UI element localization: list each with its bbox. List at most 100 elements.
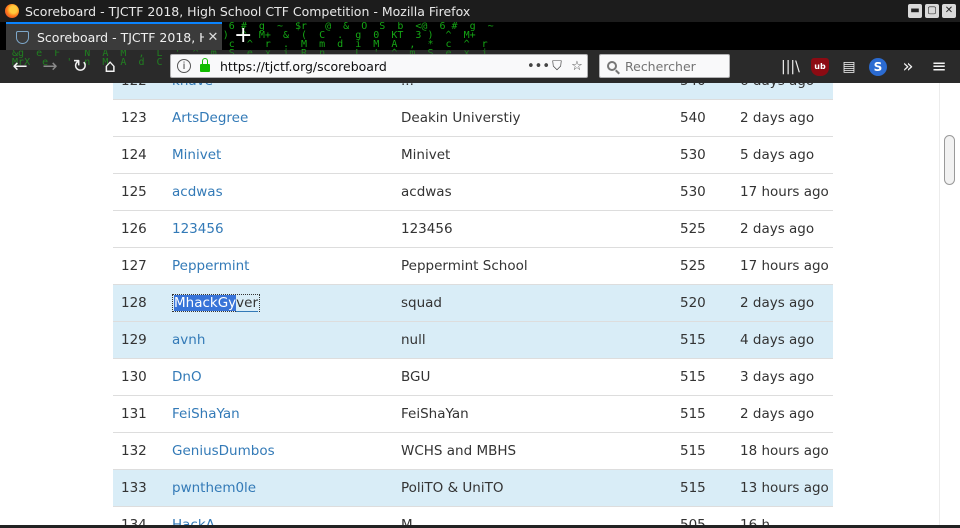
- back-button[interactable]: ←: [8, 55, 32, 79]
- team-link[interactable]: pwnthem0le: [172, 470, 256, 506]
- table-row: 123 ArtsDegree Deakin Universtiy 540 2 d…: [113, 100, 833, 137]
- extension-s-icon[interactable]: S: [869, 58, 887, 76]
- score-cell: 520: [680, 295, 706, 311]
- tab-title: Scoreboard - TJCTF 2018, High: [37, 29, 204, 45]
- time-cell: 2 days ago: [740, 110, 815, 126]
- rank-cell: 131: [121, 406, 147, 422]
- score-cell: 530: [680, 147, 706, 163]
- team-link[interactable]: DnO: [172, 359, 202, 395]
- team-link[interactable]: 123456: [172, 211, 224, 247]
- shield-icon: [16, 30, 29, 44]
- score-cell: 515: [680, 443, 706, 459]
- tab-scoreboard[interactable]: Scoreboard - TJCTF 2018, High ✕: [6, 22, 222, 50]
- team-link[interactable]: acdwas: [172, 174, 223, 210]
- window-title-bar: Scoreboard - TJCTF 2018, High School CTF…: [0, 0, 960, 22]
- rank-cell: 126: [121, 221, 147, 237]
- library-icon[interactable]: |||\: [781, 58, 800, 76]
- table-row: 129 avnh null 515 4 days ago: [113, 322, 833, 359]
- sidebar-icon[interactable]: ▤: [840, 58, 858, 76]
- close-window-button[interactable]: ✕: [942, 4, 956, 18]
- forward-button[interactable]: →: [38, 55, 62, 79]
- search-icon: [607, 61, 617, 71]
- score-cell: 540: [680, 83, 706, 99]
- rank-cell: 130: [121, 369, 147, 385]
- table-row: 122 knave ... 540 6 days ago: [113, 83, 833, 100]
- score-cell: 515: [680, 406, 706, 422]
- score-cell: 540: [680, 110, 706, 126]
- score-cell: 525: [680, 258, 706, 274]
- rank-cell: 132: [121, 443, 147, 459]
- page-actions-icon[interactable]: •••: [527, 59, 550, 74]
- rank-cell: 125: [121, 184, 147, 200]
- score-cell: 530: [680, 184, 706, 200]
- time-cell: 6 days ago: [740, 83, 814, 99]
- vertical-scrollbar[interactable]: [939, 83, 960, 528]
- home-button[interactable]: ⌂: [98, 55, 122, 79]
- team-link[interactable]: avnh: [172, 322, 205, 358]
- time-cell: 4 days ago: [740, 332, 815, 348]
- team-link[interactable]: FeiShaYan: [172, 396, 240, 432]
- search-bar[interactable]: Rechercher: [599, 54, 730, 78]
- lock-icon[interactable]: [200, 58, 210, 72]
- school-cell: Peppermint School: [401, 258, 528, 274]
- selection-focus-ring: MhackGyver: [172, 294, 261, 312]
- rank-cell: 133: [121, 480, 147, 496]
- info-icon[interactable]: i: [177, 59, 191, 73]
- score-cell: 515: [680, 332, 706, 348]
- navigation-toolbar: ~ $ @ 6 a e @ & O S b <@ 6 # g ~ $r @ & …: [0, 50, 960, 83]
- time-cell: 17 hours ago: [740, 258, 829, 274]
- table-row: 133 pwnthem0le PoliTO & UniTO 515 13 hou…: [113, 470, 833, 507]
- school-cell: BGU: [401, 369, 431, 385]
- table-row: 127 Peppermint Peppermint School 525 17 …: [113, 248, 833, 285]
- time-cell: 18 hours ago: [740, 443, 829, 459]
- table-row: 131 FeiShaYan FeiShaYan 515 2 days ago: [113, 396, 833, 433]
- minimize-button[interactable]: ▬: [908, 4, 922, 18]
- score-cell: 525: [680, 221, 706, 237]
- team-link[interactable]: Minivet: [172, 137, 221, 173]
- time-cell: 5 days ago: [740, 147, 815, 163]
- overflow-menu-icon[interactable]: »: [899, 58, 917, 76]
- time-cell: 13 hours ago: [740, 480, 829, 496]
- table-row: 124 Minivet Minivet 530 5 days ago: [113, 137, 833, 174]
- team-link[interactable]: GeniusDumbos: [172, 433, 275, 469]
- time-cell: 3 days ago: [740, 369, 815, 385]
- window-controls: ▬ ▢ ✕: [908, 4, 956, 18]
- search-placeholder[interactable]: Rechercher: [625, 59, 696, 74]
- time-cell: 2 days ago: [740, 406, 815, 422]
- school-cell: Deakin Universtiy: [401, 110, 521, 126]
- time-cell: 2 days ago: [740, 221, 815, 237]
- team-link[interactable]: knave: [172, 83, 213, 99]
- table-row: 128 MhackGyver squad 520 2 days ago: [113, 285, 833, 322]
- scrollbar-thumb[interactable]: [944, 135, 955, 185]
- rank-cell: 124: [121, 147, 147, 163]
- close-tab-icon[interactable]: ✕: [204, 30, 222, 45]
- table-row: 130 DnO BGU 515 3 days ago: [113, 359, 833, 396]
- bookmark-star-icon[interactable]: ☆: [567, 59, 587, 74]
- ublock-icon[interactable]: ub: [811, 58, 829, 76]
- team-link[interactable]: Peppermint: [172, 248, 249, 284]
- score-cell: 515: [680, 480, 706, 496]
- rank-cell: 122: [121, 83, 147, 99]
- new-tab-button[interactable]: +: [234, 23, 252, 49]
- time-cell: 17 hours ago: [740, 184, 829, 200]
- score-cell: 515: [680, 369, 706, 385]
- school-cell: Minivet: [401, 147, 451, 163]
- team-link[interactable]: ArtsDegree: [172, 100, 248, 136]
- window-title: Scoreboard - TJCTF 2018, High School CTF…: [25, 3, 471, 19]
- reload-button[interactable]: ↻: [68, 55, 92, 79]
- school-cell: PoliTO & UniTO: [401, 480, 504, 496]
- url-text[interactable]: https://tjctf.org/scoreboard: [220, 59, 527, 74]
- hamburger-menu-icon[interactable]: ≡: [930, 58, 948, 76]
- school-cell: squad: [401, 295, 443, 311]
- table-row: 125 acdwas acdwas 530 17 hours ago: [113, 174, 833, 211]
- school-cell: 123456: [401, 221, 453, 237]
- table-row: 126 123456 123456 525 2 days ago: [113, 211, 833, 248]
- pocket-icon[interactable]: ⛉: [547, 59, 567, 74]
- unselected-text[interactable]: ver: [236, 295, 259, 312]
- selected-text[interactable]: MhackGy: [174, 295, 237, 311]
- school-cell: WCHS and MBHS: [401, 443, 517, 459]
- url-bar[interactable]: i https://tjctf.org/scoreboard ••• ⛉ ☆: [170, 54, 588, 78]
- rank-cell: 128: [121, 295, 147, 311]
- team-link-selected[interactable]: MhackGyver: [172, 294, 261, 312]
- maximize-button[interactable]: ▢: [925, 4, 939, 18]
